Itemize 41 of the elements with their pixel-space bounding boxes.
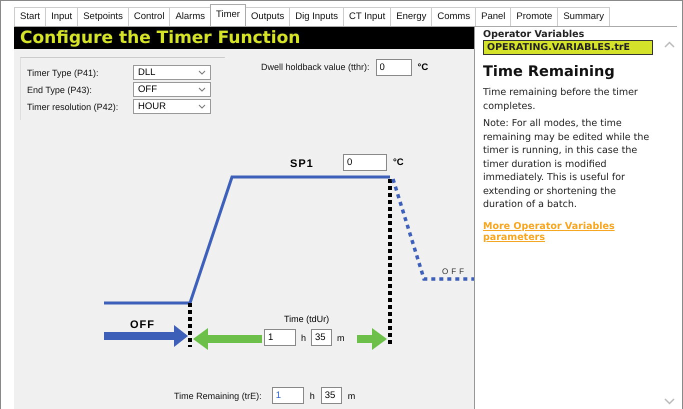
unit-label: °C — [393, 157, 404, 168]
unit-label: h — [310, 390, 315, 400]
duration-left-arrow — [193, 328, 262, 350]
help-paragraph: Note: For all modes, the time remaining may be edited while the timer is running, in this case the timer duration is modified immediately. This is useful for extending or shortening the duration of a batch. — [483, 117, 650, 212]
input-field[interactable]: 0 — [376, 58, 412, 76]
dwell-label: Dwell holdback value (tthr): — [261, 62, 370, 72]
start-state-label: OFF — [130, 319, 155, 331]
panel-title: Configure the Timer Function — [14, 27, 474, 49]
setting-label: Timer resolution (P42): — [27, 102, 120, 112]
help-section-label: Operator Variables — [483, 29, 586, 40]
unit-label: m — [348, 390, 356, 400]
duration-label: Time (tdUr) — [284, 314, 330, 324]
unit-label: °C — [418, 62, 428, 72]
variable-name: OPERATING.VARIABLES.trE — [483, 40, 653, 55]
input-field[interactable]: 0 — [343, 154, 387, 171]
duration-right-arrow — [357, 328, 387, 350]
help-paragraph: Time remaining before the timer completes. — [483, 86, 639, 113]
tab[interactable]: Timer — [210, 4, 246, 26]
tab[interactable]: Summary — [557, 7, 610, 26]
start-marker-line — [188, 303, 192, 347]
input-field[interactable]: 35 — [311, 329, 332, 346]
unit-label: h — [301, 332, 306, 342]
setting-label: End Type (P43): — [27, 84, 93, 94]
dropdown[interactable]: DLL — [133, 65, 211, 80]
input-field[interactable]: 1 — [272, 387, 304, 404]
dropdown[interactable]: OFF — [133, 82, 211, 97]
unit-label: m — [337, 332, 345, 342]
end-state-label: OFF — [442, 267, 467, 276]
setting-label: Timer Type (P41): — [27, 68, 100, 78]
input-field[interactable]: 35 — [320, 387, 342, 404]
help-heading: Time Remaining — [483, 64, 616, 80]
caret-icon — [198, 104, 206, 109]
input-field[interactable]: 1 — [264, 329, 296, 346]
scroll-up-icon[interactable] — [664, 41, 674, 48]
setpoint-label: SP1 — [290, 158, 314, 170]
caret-icon — [198, 87, 206, 92]
tab[interactable]: Start — [14, 7, 46, 26]
remaining-label: Time Remaining (trE): — [174, 390, 262, 400]
scroll-down-icon[interactable] — [664, 398, 674, 405]
caret-icon — [198, 70, 206, 75]
dropdown[interactable]: HOUR — [133, 99, 211, 114]
